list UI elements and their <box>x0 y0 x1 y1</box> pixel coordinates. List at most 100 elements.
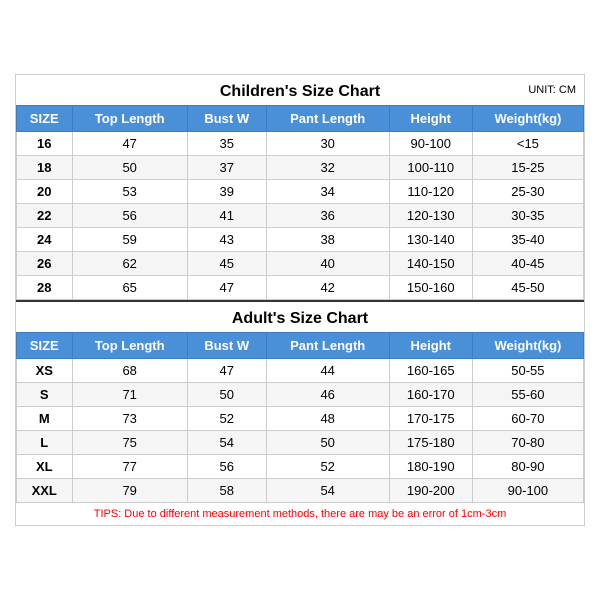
adults-section-title: Adult's Size Chart <box>16 300 584 332</box>
table-cell: 30-35 <box>472 204 583 228</box>
table-row: 24594338130-14035-40 <box>17 228 584 252</box>
table-cell: 53 <box>72 180 187 204</box>
table-cell: 68 <box>72 359 187 383</box>
table-cell: 60-70 <box>472 407 583 431</box>
table-cell: 42 <box>266 276 389 300</box>
table-row: 18503732100-11015-25 <box>17 156 584 180</box>
table-cell: 140-150 <box>389 252 472 276</box>
table-cell: 26 <box>17 252 73 276</box>
table-cell: XS <box>17 359 73 383</box>
table-cell: 120-130 <box>389 204 472 228</box>
children-unit-label: UNIT: CM <box>528 84 576 96</box>
table-cell: 22 <box>17 204 73 228</box>
table-cell: 40-45 <box>472 252 583 276</box>
table-cell: 50 <box>72 156 187 180</box>
table-cell: 56 <box>187 455 266 479</box>
table-cell: 65 <box>72 276 187 300</box>
table-cell: 41 <box>187 204 266 228</box>
table-cell: 44 <box>266 359 389 383</box>
table-cell: 70-80 <box>472 431 583 455</box>
table-row: 28654742150-16045-50 <box>17 276 584 300</box>
children-col-pant-length: Pant Length <box>266 106 389 132</box>
table-cell: 40 <box>266 252 389 276</box>
children-col-top-length: Top Length <box>72 106 187 132</box>
tips-text: TIPS: Due to different measurement metho… <box>16 503 584 525</box>
table-cell: 62 <box>72 252 187 276</box>
children-col-size: SIZE <box>17 106 73 132</box>
table-cell: 110-120 <box>389 180 472 204</box>
adults-col-bust-w: Bust W <box>187 333 266 359</box>
table-row: 26624540140-15040-45 <box>17 252 584 276</box>
table-cell: 35 <box>187 132 266 156</box>
adults-col-weight: Weight(kg) <box>472 333 583 359</box>
table-cell: 150-160 <box>389 276 472 300</box>
table-cell: 47 <box>187 359 266 383</box>
table-row: XL775652180-19080-90 <box>17 455 584 479</box>
table-cell: 52 <box>266 455 389 479</box>
adults-title-text: Adult's Size Chart <box>232 310 368 327</box>
table-cell: 43 <box>187 228 266 252</box>
table-cell: 47 <box>72 132 187 156</box>
table-cell: 79 <box>72 479 187 503</box>
table-cell: 100-110 <box>389 156 472 180</box>
table-row: L755450175-18070-80 <box>17 431 584 455</box>
table-cell: 52 <box>187 407 266 431</box>
table-cell: 160-170 <box>389 383 472 407</box>
table-cell: 25-30 <box>472 180 583 204</box>
table-cell: 175-180 <box>389 431 472 455</box>
table-row: S715046160-17055-60 <box>17 383 584 407</box>
table-cell: 30 <box>266 132 389 156</box>
table-cell: 32 <box>266 156 389 180</box>
adults-col-pant-length: Pant Length <box>266 333 389 359</box>
table-cell: 59 <box>72 228 187 252</box>
table-row: 22564136120-13030-35 <box>17 204 584 228</box>
table-cell: 90-100 <box>472 479 583 503</box>
children-col-bust-w: Bust W <box>187 106 266 132</box>
table-cell: 38 <box>266 228 389 252</box>
table-cell: 90-100 <box>389 132 472 156</box>
table-cell: 16 <box>17 132 73 156</box>
table-cell: 39 <box>187 180 266 204</box>
table-cell: 130-140 <box>389 228 472 252</box>
size-chart-container: Children's Size Chart UNIT: CM SIZE Top … <box>15 74 585 526</box>
table-cell: <15 <box>472 132 583 156</box>
table-cell: S <box>17 383 73 407</box>
table-row: M735248170-17560-70 <box>17 407 584 431</box>
children-section-title: Children's Size Chart UNIT: CM <box>16 75 584 105</box>
table-cell: 15-25 <box>472 156 583 180</box>
table-cell: XXL <box>17 479 73 503</box>
children-col-height: Height <box>389 106 472 132</box>
table-cell: L <box>17 431 73 455</box>
table-cell: 80-90 <box>472 455 583 479</box>
children-size-table: SIZE Top Length Bust W Pant Length Heigh… <box>16 105 584 300</box>
adults-size-table: SIZE Top Length Bust W Pant Length Heigh… <box>16 332 584 503</box>
adults-col-size: SIZE <box>17 333 73 359</box>
table-cell: 71 <box>72 383 187 407</box>
table-row: 1647353090-100<15 <box>17 132 584 156</box>
table-cell: 56 <box>72 204 187 228</box>
children-title-text: Children's Size Chart <box>220 83 380 100</box>
table-cell: XL <box>17 455 73 479</box>
table-cell: 47 <box>187 276 266 300</box>
table-cell: 48 <box>266 407 389 431</box>
table-cell: 160-165 <box>389 359 472 383</box>
table-cell: 54 <box>187 431 266 455</box>
table-cell: 20 <box>17 180 73 204</box>
table-cell: 37 <box>187 156 266 180</box>
table-cell: 50 <box>266 431 389 455</box>
table-cell: 170-175 <box>389 407 472 431</box>
table-cell: 190-200 <box>389 479 472 503</box>
children-header-row: SIZE Top Length Bust W Pant Length Heigh… <box>17 106 584 132</box>
table-cell: 77 <box>72 455 187 479</box>
table-cell: 180-190 <box>389 455 472 479</box>
children-col-weight: Weight(kg) <box>472 106 583 132</box>
table-cell: 45-50 <box>472 276 583 300</box>
table-row: XXL795854190-20090-100 <box>17 479 584 503</box>
table-cell: 58 <box>187 479 266 503</box>
table-cell: 36 <box>266 204 389 228</box>
table-cell: 73 <box>72 407 187 431</box>
table-cell: 34 <box>266 180 389 204</box>
table-cell: 35-40 <box>472 228 583 252</box>
table-cell: 55-60 <box>472 383 583 407</box>
table-cell: 18 <box>17 156 73 180</box>
